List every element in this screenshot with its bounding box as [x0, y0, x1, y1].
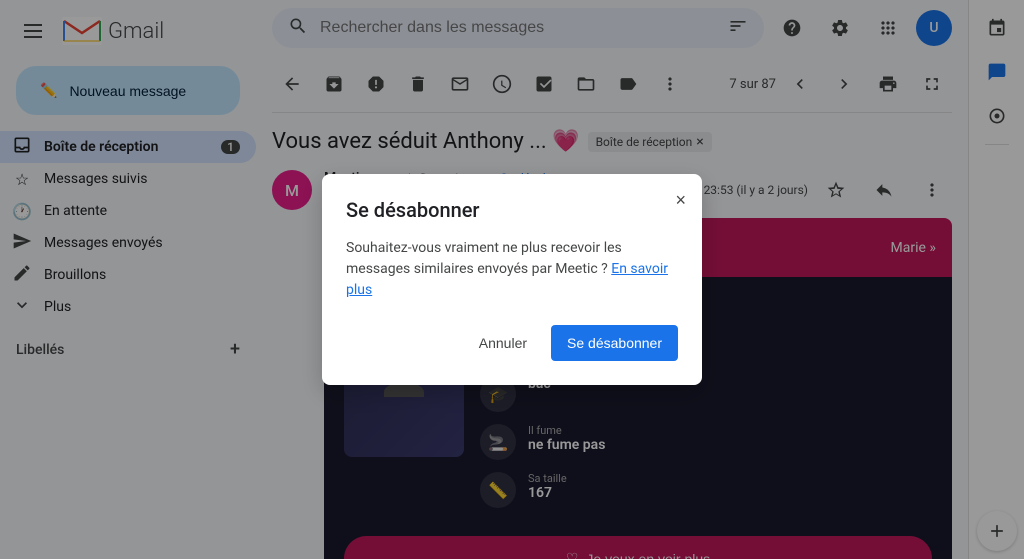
confirm-unsubscribe-button[interactable]: Se désabonner	[551, 325, 678, 361]
unsubscribe-modal: Se désabonner × Souhaitez-vous vraiment …	[322, 174, 702, 385]
cancel-button[interactable]: Annuler	[463, 325, 543, 361]
modal-actions: Annuler Se désabonner	[346, 325, 678, 361]
modal-close-button[interactable]: ×	[675, 190, 686, 211]
modal-body: Souhaitez-vous vraiment ne plus recevoir…	[346, 238, 678, 301]
modal-title: Se désabonner	[346, 198, 678, 222]
modal-body-text: Souhaitez-vous vraiment ne plus recevoir…	[346, 240, 622, 277]
modal-overlay[interactable]: Se désabonner × Souhaitez-vous vraiment …	[0, 0, 1024, 559]
